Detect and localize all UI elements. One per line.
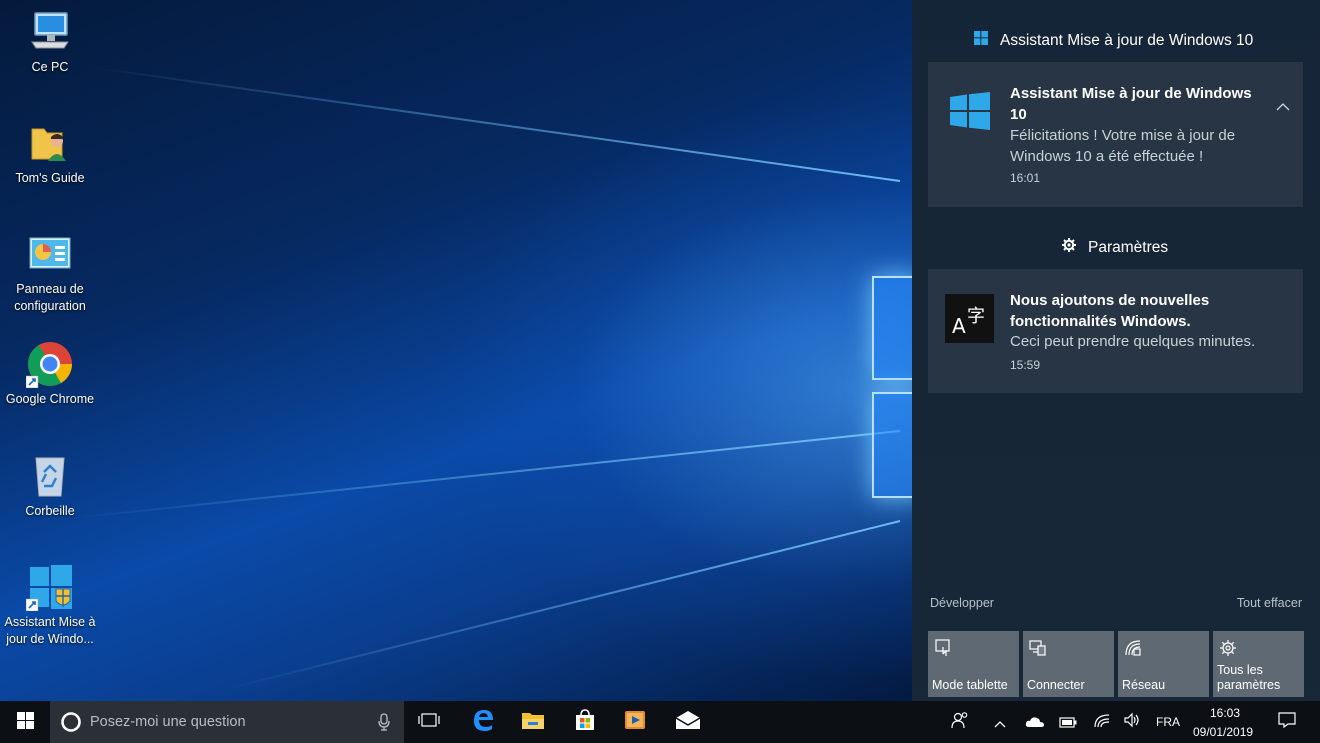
expand-link[interactable]: Développer [930, 596, 994, 610]
start-button[interactable] [0, 701, 50, 743]
light-beam [220, 520, 901, 692]
desktop-icon-recycle-bin[interactable]: Corbeille [0, 452, 100, 520]
clear-all-link[interactable]: Tout effacer [1237, 596, 1302, 610]
people-icon [951, 711, 969, 733]
show-hidden-icons-button[interactable] [990, 701, 1010, 743]
desktop-icon-this-pc[interactable]: Ce PC [0, 8, 100, 76]
quick-action-tablet-mode[interactable]: Mode tablette [928, 631, 1019, 697]
file-explorer-icon [521, 710, 545, 734]
clock-date[interactable]: 09/01/2019 [1193, 725, 1253, 739]
desktop-icon-toms-guide[interactable]: Tom's Guide [0, 119, 100, 187]
taskbar-app-store[interactable] [560, 701, 610, 743]
connect-icon [1029, 639, 1047, 657]
onedrive-cloud-icon [1025, 713, 1045, 732]
taskbar-app-edge[interactable] [460, 701, 506, 743]
quick-action-label: Réseau [1122, 678, 1166, 692]
wifi-icon [1093, 712, 1111, 732]
task-view-button[interactable] [408, 701, 450, 743]
notification-title: Assistant Mise à jour de Windows 10 [1010, 85, 1252, 123]
quick-action-label: Connecter [1027, 678, 1085, 692]
svg-text:A: A [952, 314, 966, 335]
light-beam [64, 430, 901, 520]
chevron-up-icon [994, 713, 1006, 732]
taskbar: Posez-moi une question FRA 16:03 09/01/2… [0, 701, 1320, 743]
windows-start-icon [16, 711, 34, 733]
desktop-icon-label: Panneau de configuration [14, 282, 86, 313]
taskbar-app-media-player[interactable] [612, 701, 658, 743]
group-title: Assistant Mise à jour de Windows 10 [1000, 31, 1254, 49]
media-player-icon [624, 709, 646, 735]
control-panel-icon [26, 230, 74, 278]
quick-action-all-settings[interactable]: Tous les paramètres [1213, 631, 1304, 697]
notification-icon [1278, 712, 1296, 732]
windows-logo-icon [950, 92, 990, 134]
action-center-button[interactable] [1266, 701, 1308, 743]
wallpaper-windows-logo [870, 276, 912, 500]
cortana-icon [60, 711, 82, 733]
taskbar-app-mail[interactable] [664, 701, 712, 743]
svg-text:字: 字 [967, 306, 985, 327]
notification-title: Nous ajoutons de nouvelles fonctionnalit… [1010, 292, 1210, 330]
desktop-icon-label: Corbeille [25, 504, 75, 518]
desktop: Ce PC Tom's Guide Panneau de configurati… [0, 0, 912, 701]
action-center: Assistant Mise à jour de Windows 10 Assi… [912, 0, 1320, 701]
notification-group-header[interactable]: Paramètres [1062, 238, 1168, 257]
search-placeholder: Posez-moi une question [90, 714, 246, 730]
chrome-icon [25, 340, 74, 389]
input-language-indicator[interactable]: FRA [1156, 715, 1180, 729]
notification-group-header[interactable]: Assistant Mise à jour de Windows 10 [974, 31, 1253, 50]
notification-time: 15:59 [1010, 358, 1041, 372]
desktop-icon-label: Google Chrome [5, 392, 95, 406]
notification-card[interactable]: Assistant Mise à jour de Windows 10 Féli… [928, 62, 1303, 207]
desktop-icon-label: Ce PC [31, 60, 69, 74]
recycle-bin-icon [26, 452, 74, 500]
people-button[interactable] [948, 701, 972, 743]
store-icon [574, 709, 596, 735]
desktop-icon-control-panel[interactable]: Panneau de configuration [0, 230, 100, 315]
desktop-icon-google-chrome[interactable]: Google Chrome [0, 340, 100, 408]
notification-body: Félicitations ! Votre mise à jour de Win… [1010, 127, 1236, 165]
search-box[interactable]: Posez-moi une question [50, 701, 404, 743]
quick-action-label: Mode tablette [932, 678, 1008, 692]
tablet-mode-icon [934, 639, 952, 657]
desktop-icon-label: Tom's Guide [15, 171, 85, 185]
battery-icon [1059, 713, 1077, 732]
language-features-icon: A 字 [945, 294, 994, 343]
notification-body: Ceci peut prendre quelques minutes. [1010, 333, 1256, 350]
edge-icon [471, 708, 495, 736]
task-view-icon [418, 712, 440, 732]
network-tray-button[interactable] [1090, 701, 1114, 743]
windows-logo-icon [974, 31, 988, 50]
gear-icon [1062, 238, 1076, 257]
onedrive-button[interactable] [1022, 701, 1048, 743]
taskbar-app-explorer[interactable] [510, 701, 556, 743]
quick-action-network[interactable]: Réseau [1118, 631, 1209, 697]
quick-action-connect[interactable]: Connecter [1023, 631, 1114, 697]
notification-time: 16:01 [1010, 171, 1041, 185]
clock-time[interactable]: 16:03 [1210, 706, 1240, 720]
volume-button[interactable] [1120, 701, 1144, 743]
group-title: Paramètres [1088, 238, 1169, 256]
mail-icon [675, 710, 701, 734]
user-folder-icon [26, 119, 74, 167]
battery-button[interactable] [1056, 701, 1080, 743]
light-beam [87, 65, 901, 182]
desktop-icon-update-assistant[interactable]: Assistant Mise à jour de Windo... [0, 563, 100, 648]
computer-icon [26, 8, 74, 56]
windows-update-assistant-icon [25, 563, 74, 612]
microphone-icon[interactable] [378, 713, 390, 735]
settings-gear-icon [1219, 639, 1237, 657]
network-icon [1124, 639, 1142, 657]
desktop-icon-label: Assistant Mise à jour de Windo... [4, 615, 96, 646]
chevron-up-icon[interactable] [1276, 96, 1290, 115]
quick-action-label: Tous les paramètres [1217, 663, 1281, 692]
notification-card[interactable]: A 字 Nous ajoutons de nouvelles fonctionn… [928, 269, 1303, 393]
speaker-icon [1123, 712, 1141, 732]
